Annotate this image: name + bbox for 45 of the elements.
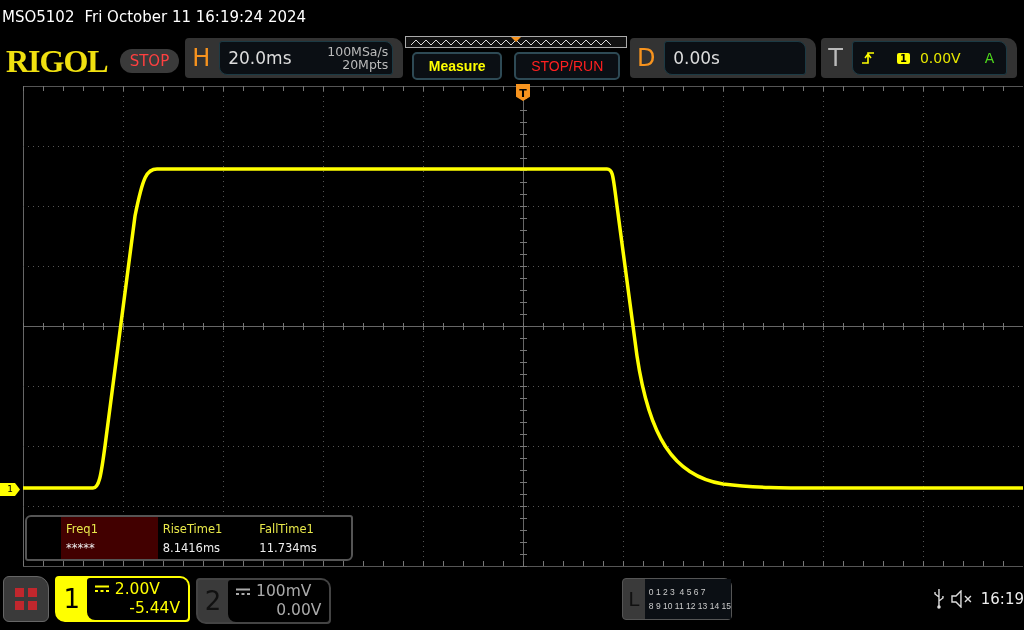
grid-icon [14, 587, 37, 610]
logic-channels: 8 9 10 11 12 13 14 15 [648, 600, 731, 611]
measurement-name: FallTime1 [259, 521, 315, 536]
date-time: Fri October 11 16:19:24 2024 [84, 7, 307, 26]
trigger-position-marker[interactable]: T [516, 84, 530, 101]
menu-button[interactable]: STOP/RUN [514, 52, 621, 80]
measurement-value: 8.1416ms [162, 540, 222, 555]
horizontal-label: H [191, 44, 212, 72]
measurement-value: 11.734ms [259, 540, 318, 555]
horizontal-panel[interactable]: H 20.0ms 100MSa/s 20Mpts [185, 38, 404, 78]
measurement-name: RiseTime1 [162, 521, 224, 536]
delay-label: D [636, 44, 657, 72]
menu-button[interactable]: Measure [412, 52, 503, 80]
timebase-value: 20.0ms [228, 48, 292, 68]
channel-number: 1 [62, 582, 82, 616]
delay-value: 0.00s [673, 48, 720, 68]
measurement-item[interactable]: RiseTime1 8.1416ms [157, 517, 255, 559]
sample-rate: 100MSa/s [327, 45, 389, 58]
measurement-name: Freq1 [66, 521, 99, 536]
channel-scale: 100mV [256, 582, 312, 601]
trigger-source: 1 [896, 52, 910, 64]
channel-offset: -5.44V [129, 598, 181, 618]
brand-logo: RIGOL [6, 43, 108, 80]
memory-depth: 20Mpts [342, 58, 389, 71]
channel-offset: 0.00V [276, 601, 322, 620]
channel-panel[interactable]: 1 2.00V -5.44V [54, 575, 191, 622]
measurement-item[interactable]: Freq1 ***** [61, 517, 158, 559]
model-name: MSO5102 [2, 7, 75, 26]
trigger-label: T [827, 44, 844, 72]
dc-coupling-icon [94, 585, 109, 593]
dc-coupling-icon [236, 587, 251, 596]
measurement-value: ***** [66, 540, 96, 555]
delay-panel[interactable]: D 0.00s [630, 38, 817, 78]
trigger-level: 0.00V [919, 50, 961, 66]
channel-scale: 2.00V [114, 579, 160, 599]
rising-edge-icon [860, 51, 875, 65]
channel-level-marker[interactable]: 1 [0, 483, 20, 496]
menu-button[interactable] [3, 575, 49, 622]
trigger-mode: A [984, 50, 995, 66]
measurement-item[interactable]: FallTime1 11.734ms [254, 517, 351, 559]
clock: 16:19 [980, 589, 1024, 608]
usb-icon [932, 588, 945, 609]
logic-channels: 0 1 2 3 4 5 6 7 [648, 586, 707, 597]
trigger-panel[interactable]: T 1 0.00V A [821, 38, 1018, 78]
muted-speaker-icon [950, 589, 973, 608]
